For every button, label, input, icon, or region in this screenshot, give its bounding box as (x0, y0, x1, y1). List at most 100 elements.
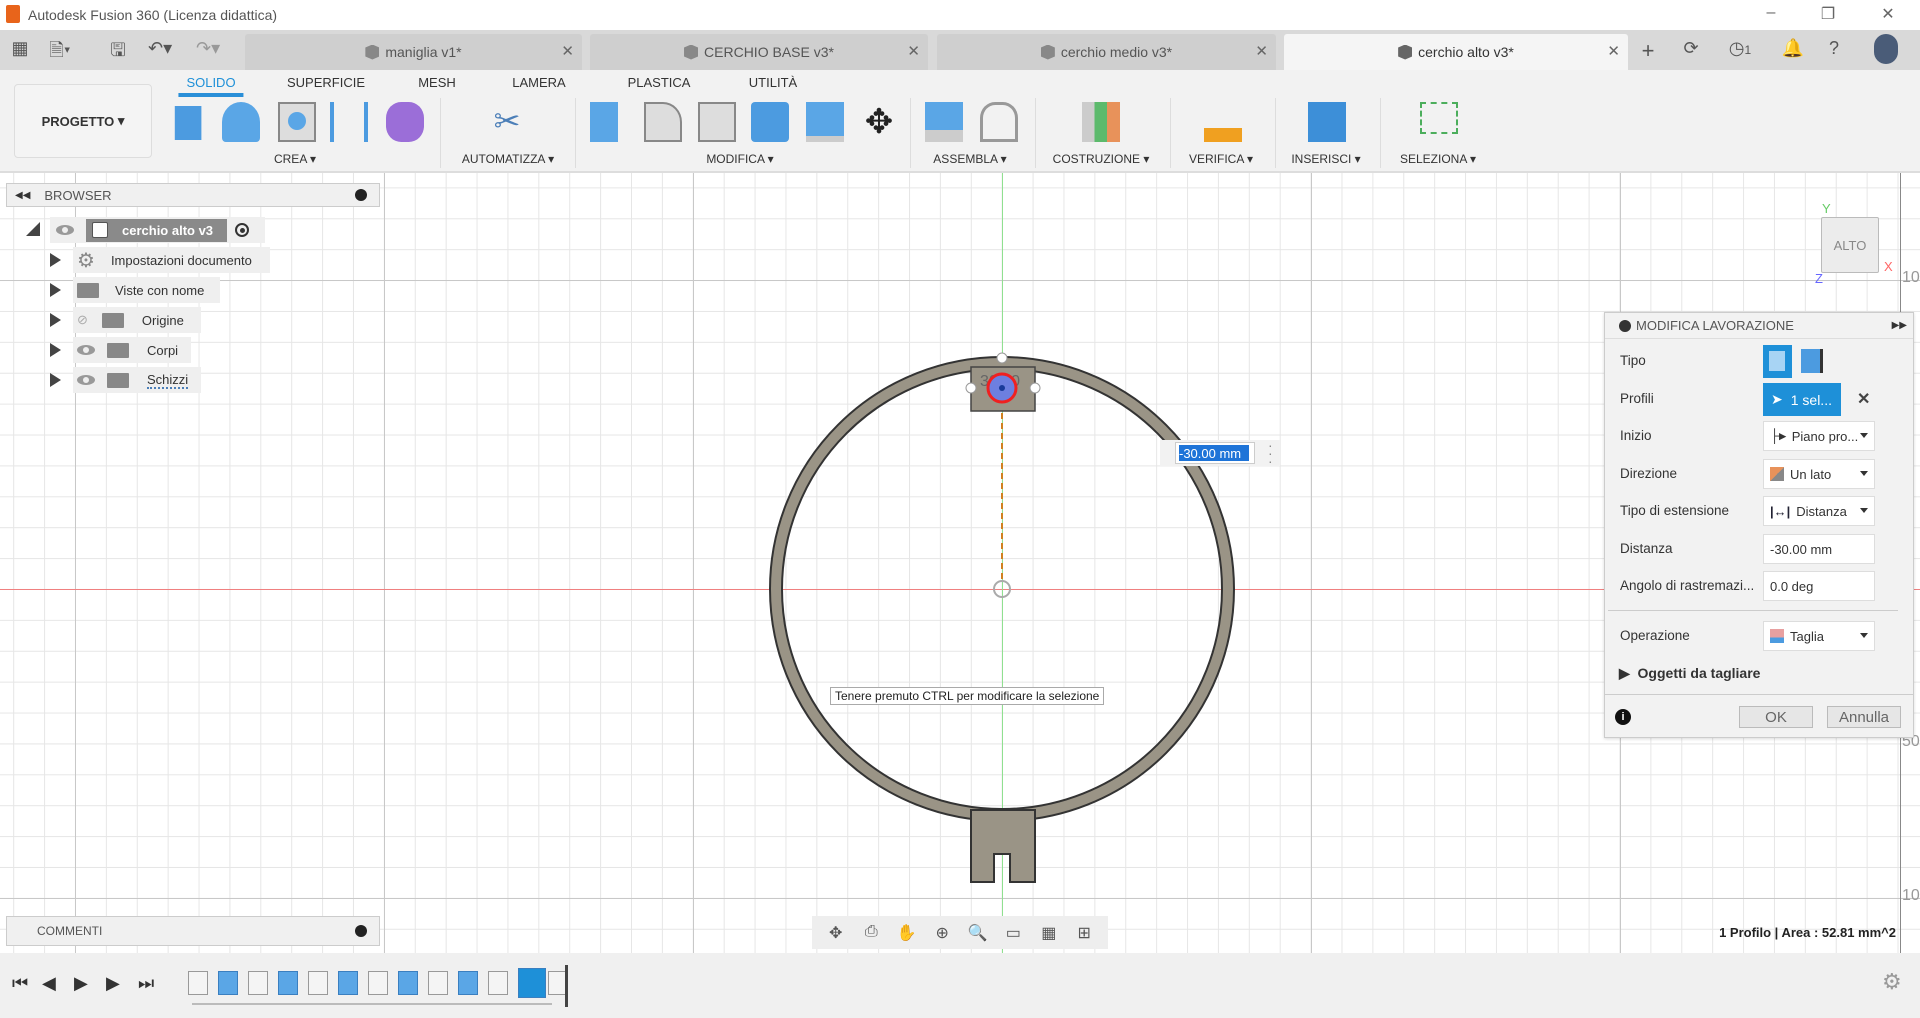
project-button[interactable]: PROGETTO ▾ (14, 84, 152, 158)
form-icon[interactable] (386, 102, 424, 142)
expand-triangle-icon[interactable] (50, 283, 61, 297)
tab-cerchio-medio[interactable]: cerchio medio v3* ✕ (937, 34, 1276, 70)
eye-hidden-icon[interactable]: ⊘ (77, 312, 88, 328)
minimize-button[interactable]: – (1756, 4, 1786, 22)
expand-triangle-icon[interactable] (50, 313, 61, 327)
viewports-icon[interactable]: ⊞ (1073, 923, 1095, 943)
profile-select-button[interactable]: ➤ 1 sel... (1763, 383, 1841, 416)
file-icon[interactable]: 🗎▾ (48, 38, 72, 60)
timeline-feature[interactable] (458, 971, 478, 995)
minus-circle-icon[interactable] (1619, 319, 1631, 332)
ok-button[interactable]: OK (1739, 706, 1813, 728)
tab-cerchio-alto[interactable]: cerchio alto v3* ✕ (1284, 34, 1628, 70)
tree-item-origine[interactable]: ⊘ Origine (73, 307, 201, 333)
timeline-feature[interactable] (188, 971, 208, 995)
browser-header[interactable]: ◀◀ BROWSER (6, 183, 380, 207)
look-at-icon[interactable]: ⎙ (860, 923, 882, 943)
collapse-triangle-icon[interactable] (26, 222, 40, 236)
save-icon[interactable]: 🖫 (106, 38, 130, 60)
press-pull-icon[interactable] (590, 102, 618, 142)
tab-cerchio-base[interactable]: CERCHIO BASE v3* ✕ (590, 34, 928, 70)
close-tab-icon[interactable]: ✕ (1607, 42, 1620, 60)
expand-triangle-icon[interactable] (50, 343, 61, 357)
tab-utilita[interactable]: UTILITÀ (749, 75, 797, 90)
timeline-feature[interactable] (488, 971, 508, 995)
select-icon[interactable] (1420, 102, 1458, 134)
tab-mesh[interactable]: MESH (418, 75, 456, 90)
grid-icon[interactable]: ▦ (8, 38, 32, 60)
eye-icon[interactable] (56, 225, 74, 235)
expand-triangle-icon[interactable] (50, 253, 61, 267)
info-icon[interactable]: i (1615, 709, 1631, 725)
group-automatizza[interactable]: AUTOMATIZZA ▾ (462, 152, 554, 166)
group-inserisci[interactable]: INSERISCI ▾ (1291, 152, 1360, 166)
play-icon[interactable]: ▶ (74, 973, 88, 994)
measure-icon[interactable] (1204, 102, 1242, 142)
timeline-feature[interactable] (398, 971, 418, 995)
timeline-feature[interactable] (248, 971, 268, 995)
dimension-input[interactable] (1175, 442, 1255, 464)
timeline-feature[interactable] (368, 971, 388, 995)
extrude-icon[interactable] (222, 102, 260, 142)
distance-input[interactable] (1763, 534, 1875, 564)
collapse-icon[interactable]: ◀◀ (15, 190, 30, 201)
go-to-start-icon[interactable]: ⏮ (12, 973, 28, 994)
timeline-feature[interactable] (518, 968, 546, 998)
fit-icon[interactable]: 🔍 (967, 923, 989, 943)
tab-lamera[interactable]: LAMERA (512, 75, 565, 90)
redo-icon[interactable]: ↷▾ (196, 38, 220, 60)
tab-superficie[interactable]: SUPERFICIE (287, 75, 365, 90)
refresh-icon[interactable]: ⟳ (1679, 38, 1703, 60)
comments-header[interactable]: COMMENTI (6, 916, 380, 946)
start-dropdown[interactable]: ├▸ Piano pro... (1763, 421, 1875, 451)
timeline-feature[interactable] (308, 971, 328, 995)
group-costruzione[interactable]: COSTRUZIONE ▾ (1053, 152, 1150, 166)
close-tab-icon[interactable]: ✕ (561, 42, 574, 60)
joint-icon[interactable] (980, 102, 1018, 142)
clear-selection-icon[interactable]: ✕ (1857, 389, 1870, 409)
restore-button[interactable]: ❐ (1813, 4, 1843, 24)
expand-panel-icon[interactable]: ▶▶ (1892, 320, 1907, 331)
tree-root[interactable]: cerchio alto v3 (50, 217, 265, 243)
grid-settings-icon[interactable]: ▦ (1038, 923, 1060, 943)
new-component-icon[interactable] (174, 106, 202, 140)
hole-icon[interactable] (330, 102, 368, 142)
group-modifica[interactable]: MODIFICA ▾ (706, 152, 773, 166)
close-tab-icon[interactable]: ✕ (907, 42, 920, 60)
direction-dropdown[interactable]: Un lato (1763, 459, 1875, 489)
extent-type-dropdown[interactable]: |↔| Distanza (1763, 496, 1875, 526)
orbit-icon[interactable]: ✥ (825, 923, 847, 943)
insert-image-icon[interactable] (1308, 102, 1346, 142)
minus-circle-icon[interactable] (355, 189, 367, 201)
new-joint-icon[interactable] (925, 102, 963, 142)
timeline-settings-gear-icon[interactable]: ⚙ (1882, 969, 1902, 995)
tree-item-schizzi[interactable]: Schizzi (73, 367, 201, 393)
viewcube[interactable]: ALTO (1821, 217, 1879, 273)
automate-icon[interactable]: ✂ (488, 102, 526, 142)
panel-header[interactable]: MODIFICA LAVORAZIONE ▶▶ (1605, 313, 1913, 339)
offset-plane-icon[interactable] (1082, 102, 1120, 142)
timeline-feature[interactable] (428, 971, 448, 995)
step-forward-icon[interactable]: ▶ (106, 973, 120, 994)
split-icon[interactable] (806, 102, 844, 142)
step-back-icon[interactable]: ◀ (42, 973, 56, 994)
zoom-icon[interactable]: ⊕ (931, 923, 953, 943)
group-seleziona[interactable]: SELEZIONA ▾ (1400, 152, 1476, 166)
help-icon[interactable]: ? (1822, 38, 1846, 60)
plus-circle-icon[interactable] (355, 925, 367, 937)
close-window-button[interactable]: ✕ (1873, 4, 1903, 24)
more-options-icon[interactable]: · · · (1268, 438, 1273, 468)
timeline-marker[interactable] (565, 965, 568, 1007)
undo-icon[interactable]: ↶▾ (148, 38, 172, 60)
group-verifica[interactable]: VERIFICA ▾ (1189, 152, 1253, 166)
group-assembla[interactable]: ASSEMBLA ▾ (933, 152, 1006, 166)
display-settings-icon[interactable]: ▭ (1002, 923, 1024, 943)
pan-hand-icon[interactable]: ✋ (896, 923, 918, 943)
cancel-button[interactable]: Annulla (1827, 706, 1901, 728)
eye-icon[interactable] (77, 375, 95, 385)
avatar[interactable] (1874, 34, 1898, 64)
close-tab-icon[interactable]: ✕ (1255, 42, 1268, 60)
type-thin-button[interactable] (1801, 349, 1823, 373)
operation-dropdown[interactable]: Taglia (1763, 621, 1875, 651)
shell-icon[interactable] (698, 102, 736, 142)
